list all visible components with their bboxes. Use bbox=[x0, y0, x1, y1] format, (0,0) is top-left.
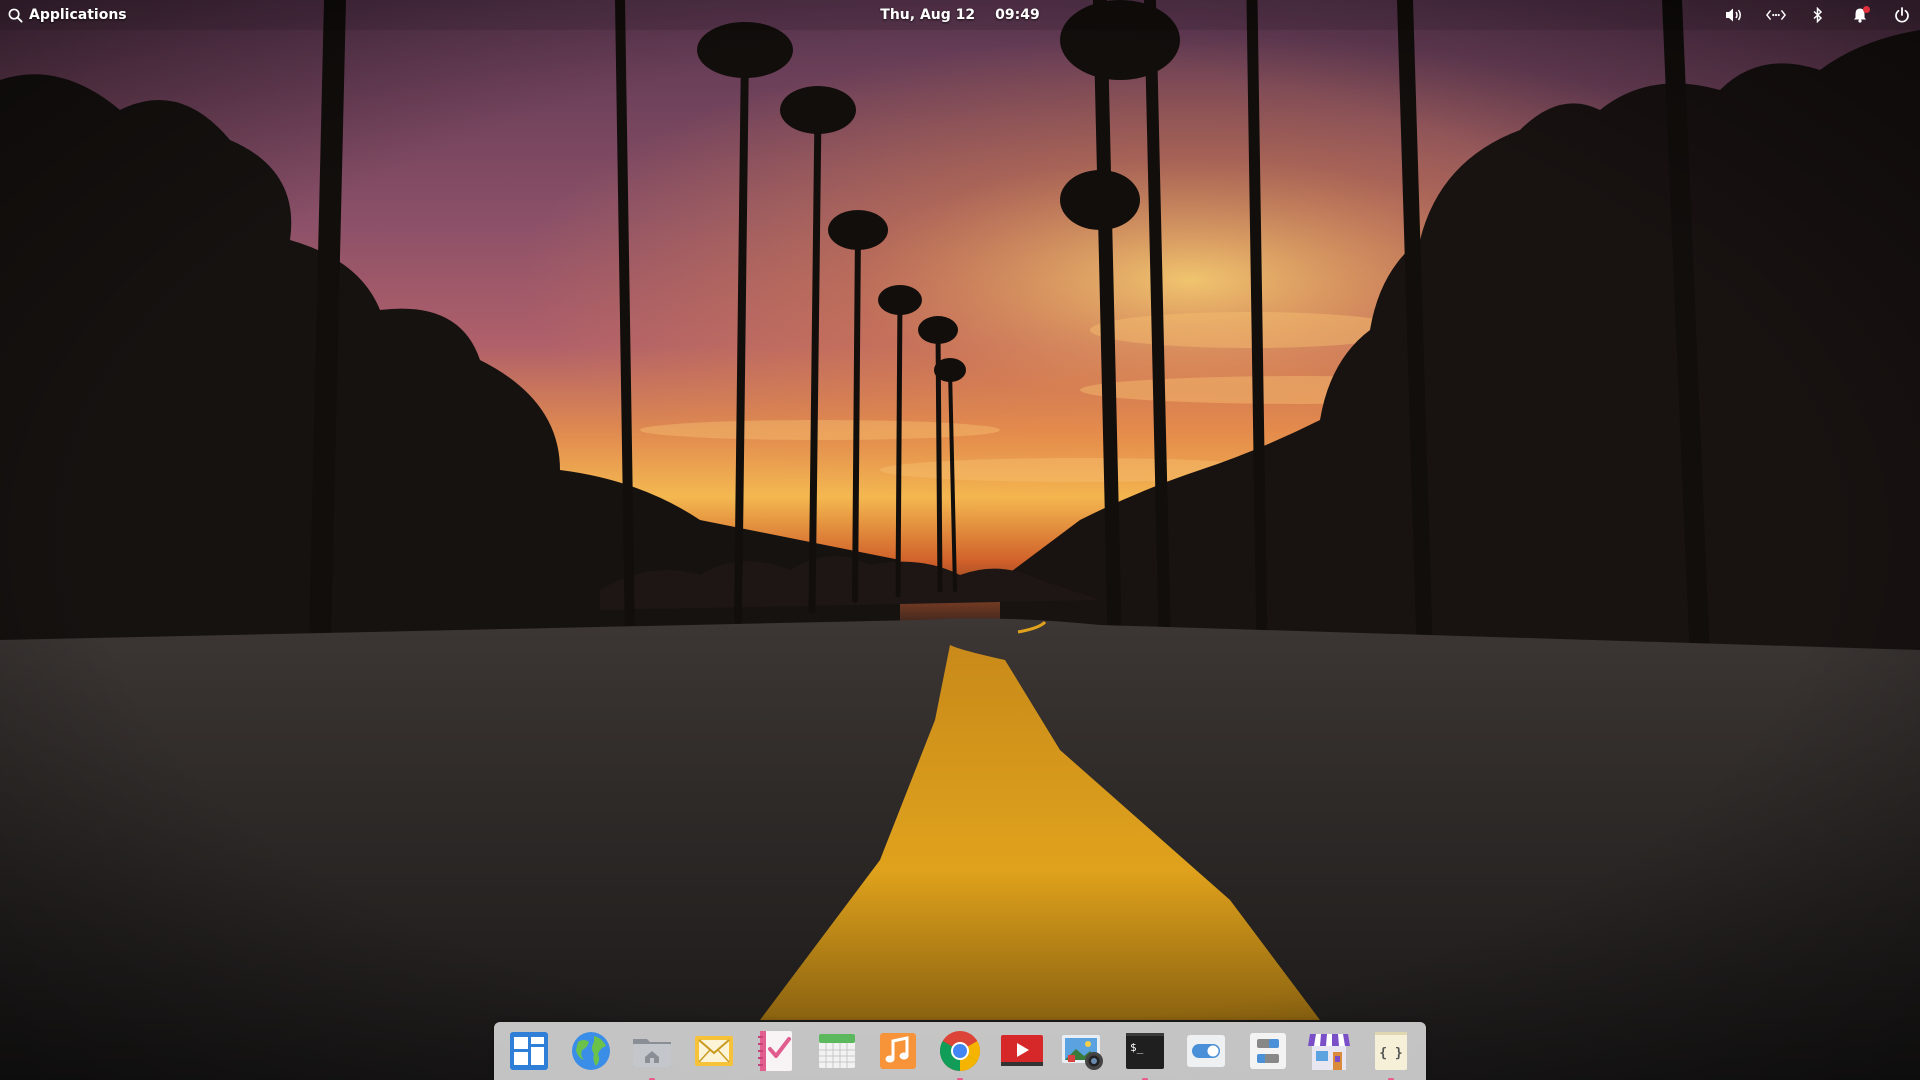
photos-icon bbox=[1062, 1035, 1104, 1070]
dock-item-multitasking-view[interactable] bbox=[506, 1028, 552, 1074]
dock-item-files[interactable] bbox=[629, 1028, 675, 1080]
dock-item-appcenter[interactable] bbox=[1306, 1028, 1352, 1074]
multitasking-icon bbox=[510, 1032, 548, 1070]
dock-item-web-browser[interactable] bbox=[568, 1028, 614, 1074]
music-icon bbox=[880, 1033, 917, 1069]
terminal-icon: $_ bbox=[1125, 1033, 1164, 1069]
dock-item-videos[interactable] bbox=[999, 1028, 1045, 1074]
indicator-area bbox=[1724, 4, 1912, 26]
network-icon bbox=[1766, 10, 1786, 20]
time-label: 09:49 bbox=[995, 7, 1040, 23]
dock: $_ {} bbox=[494, 1022, 1426, 1080]
dock-item-code[interactable]: { } bbox=[1368, 1028, 1414, 1080]
code-glyph: { } bbox=[1379, 1046, 1402, 1061]
network-indicator[interactable] bbox=[1766, 5, 1786, 25]
volume-icon bbox=[1726, 8, 1741, 22]
mail-icon bbox=[694, 1036, 733, 1066]
braces-icon: { } bbox=[1374, 1032, 1407, 1070]
date-label: Thu, Aug 12 bbox=[880, 7, 976, 23]
toggle-switch-icon bbox=[1187, 1035, 1226, 1067]
dock-item-tweaks[interactable] bbox=[1245, 1028, 1291, 1074]
power-icon bbox=[1895, 7, 1909, 23]
desktop[interactable]: Applications Thu, Aug 12 09:49 $_ {} bbox=[0, 0, 1920, 1080]
applications-label: Applications bbox=[29, 7, 127, 23]
applications-menu-button[interactable]: Applications bbox=[8, 5, 127, 25]
chrome-icon bbox=[939, 1031, 980, 1071]
dock-item-mail[interactable] bbox=[691, 1028, 737, 1074]
globe-icon bbox=[571, 1032, 610, 1070]
dock-item-tasks[interactable] bbox=[752, 1028, 798, 1074]
datetime-indicator[interactable]: Thu, Aug 12 09:49 bbox=[880, 5, 1040, 25]
volume-indicator[interactable] bbox=[1724, 5, 1744, 25]
dock-item-system-settings[interactable] bbox=[1183, 1028, 1229, 1074]
bluetooth-indicator[interactable] bbox=[1808, 5, 1828, 25]
video-play-icon bbox=[1000, 1035, 1043, 1066]
home-folder-icon bbox=[633, 1039, 672, 1067]
calendar-icon bbox=[818, 1034, 855, 1068]
notifications-indicator[interactable] bbox=[1850, 5, 1870, 25]
dock-item-photos[interactable] bbox=[1060, 1028, 1106, 1074]
power-indicator[interactable] bbox=[1892, 5, 1912, 25]
notification-badge bbox=[1863, 6, 1870, 13]
store-icon bbox=[1308, 1034, 1351, 1070]
tweaks-icon bbox=[1249, 1033, 1286, 1069]
dock-item-chrome[interactable] bbox=[937, 1028, 983, 1080]
top-panel: Applications Thu, Aug 12 09:49 bbox=[0, 0, 1920, 30]
tasks-icon bbox=[758, 1031, 793, 1071]
dock-item-music[interactable] bbox=[875, 1028, 921, 1074]
search-icon bbox=[8, 8, 23, 23]
dock-item-terminal[interactable]: $_ bbox=[1122, 1028, 1168, 1080]
dock-item-calendar[interactable] bbox=[814, 1028, 860, 1074]
bluetooth-icon bbox=[1813, 7, 1823, 23]
wallpaper bbox=[0, 0, 1920, 1080]
terminal-glyph: $_ bbox=[1130, 1041, 1144, 1054]
